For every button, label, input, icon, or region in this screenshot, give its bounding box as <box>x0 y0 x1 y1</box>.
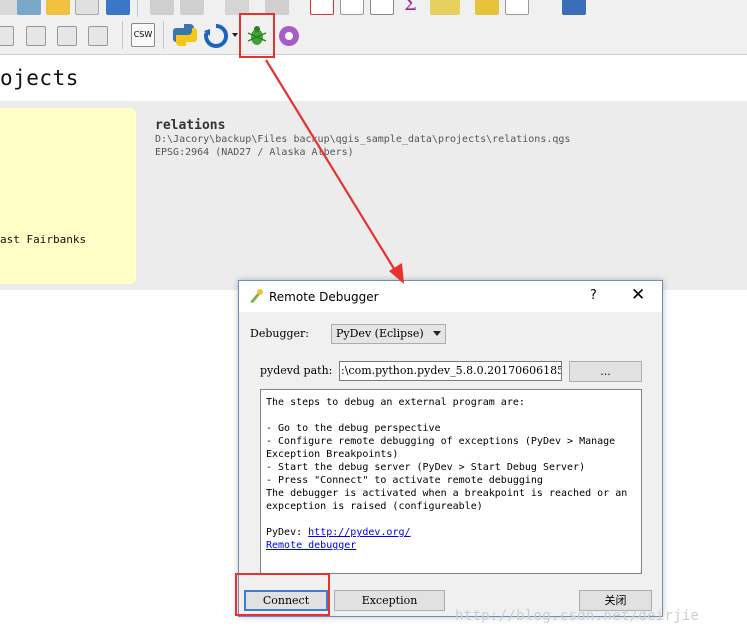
watermark: http://blog.csdn.net/deirjie <box>455 608 700 624</box>
annotation-arrow <box>265 59 404 284</box>
